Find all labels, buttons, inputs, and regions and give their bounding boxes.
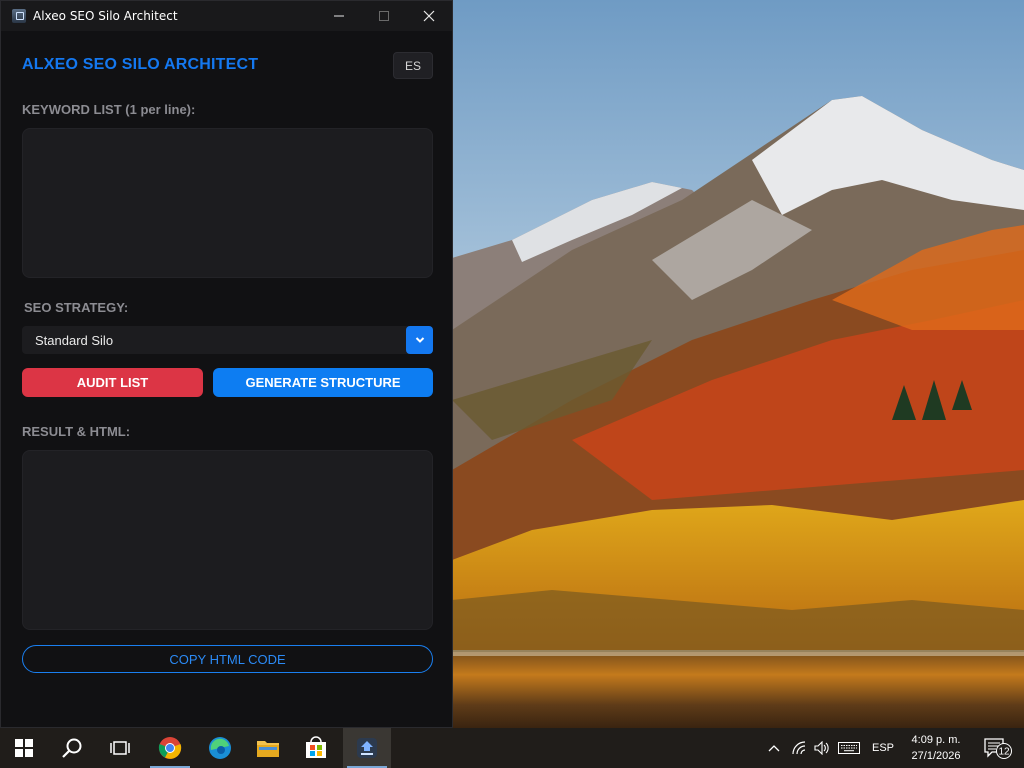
- chevron-up-icon: [768, 745, 780, 752]
- notification-count: 12: [998, 747, 1010, 758]
- minimize-button[interactable]: [316, 1, 362, 31]
- store-taskbar-button[interactable]: [292, 728, 340, 768]
- app-window: Alxeo SEO Silo Architect ALXEO SEO SILO …: [0, 0, 453, 728]
- close-icon: [423, 10, 435, 22]
- speaker-icon: [814, 741, 829, 755]
- keyboard-icon: [838, 742, 860, 754]
- touch-keyboard-button[interactable]: [836, 728, 862, 768]
- maximize-button[interactable]: [361, 1, 407, 31]
- search-icon: [62, 738, 82, 758]
- notification-icon: 12: [984, 738, 1012, 759]
- audit-list-button[interactable]: AUDIT LIST: [22, 368, 203, 397]
- seo-strategy-select[interactable]: Standard Silo: [22, 326, 433, 354]
- clock-date: 27/1/2026: [911, 750, 961, 762]
- app-icon: [12, 9, 26, 23]
- input-language-button[interactable]: ESP: [868, 728, 898, 768]
- task-view-icon: [110, 741, 130, 755]
- maximize-icon: [379, 11, 389, 21]
- keyword-list-label: KEYWORD LIST (1 per line):: [22, 102, 196, 117]
- search-button[interactable]: [48, 728, 96, 768]
- file-explorer-taskbar-button[interactable]: [244, 728, 292, 768]
- copy-html-code-button[interactable]: COPY HTML CODE: [22, 645, 433, 673]
- clock[interactable]: 4:09 p. m. 27/1/2026: [896, 732, 976, 764]
- keyword-list-textarea[interactable]: [22, 128, 433, 278]
- app-icon: [357, 738, 377, 758]
- clock-time: 4:09 p. m.: [911, 734, 961, 746]
- language-button[interactable]: ES: [393, 52, 433, 79]
- window-title: Alxeo SEO Silo Architect: [33, 9, 178, 23]
- chrome-icon: [158, 737, 182, 759]
- result-html-textarea[interactable]: [22, 450, 433, 630]
- app-brand-title: ALXEO SEO SILO ARCHITECT: [22, 56, 259, 73]
- network-icon: [792, 741, 806, 755]
- minimize-icon: [334, 15, 344, 17]
- desktop-wallpaper: [452, 0, 1024, 728]
- chevron-down-icon[interactable]: [406, 326, 433, 354]
- taskbar: ESP 4:09 p. m. 27/1/2026 12: [0, 728, 1024, 768]
- notification-center-button[interactable]: 12: [978, 728, 1018, 768]
- edge-taskbar-button[interactable]: [196, 728, 244, 768]
- alxeo-app-taskbar-button[interactable]: [343, 728, 391, 768]
- store-icon: [306, 736, 326, 758]
- start-button[interactable]: [0, 728, 48, 768]
- result-html-label: RESULT & HTML:: [22, 424, 131, 439]
- folder-icon: [257, 741, 279, 757]
- close-button[interactable]: [406, 1, 452, 31]
- seo-strategy-label: SEO STRATEGY:: [24, 300, 129, 315]
- generate-structure-button[interactable]: GENERATE STRUCTURE: [213, 368, 433, 397]
- edge-icon: [209, 737, 231, 759]
- network-button[interactable]: [788, 728, 812, 768]
- task-view-button[interactable]: [96, 728, 144, 768]
- seo-strategy-value: Standard Silo: [35, 332, 114, 348]
- volume-button[interactable]: [810, 728, 834, 768]
- windows-logo-icon: [15, 739, 33, 757]
- title-bar[interactable]: Alxeo SEO Silo Architect: [1, 1, 452, 31]
- show-hidden-icons-button[interactable]: [762, 728, 786, 768]
- chrome-taskbar-button[interactable]: [146, 728, 194, 768]
